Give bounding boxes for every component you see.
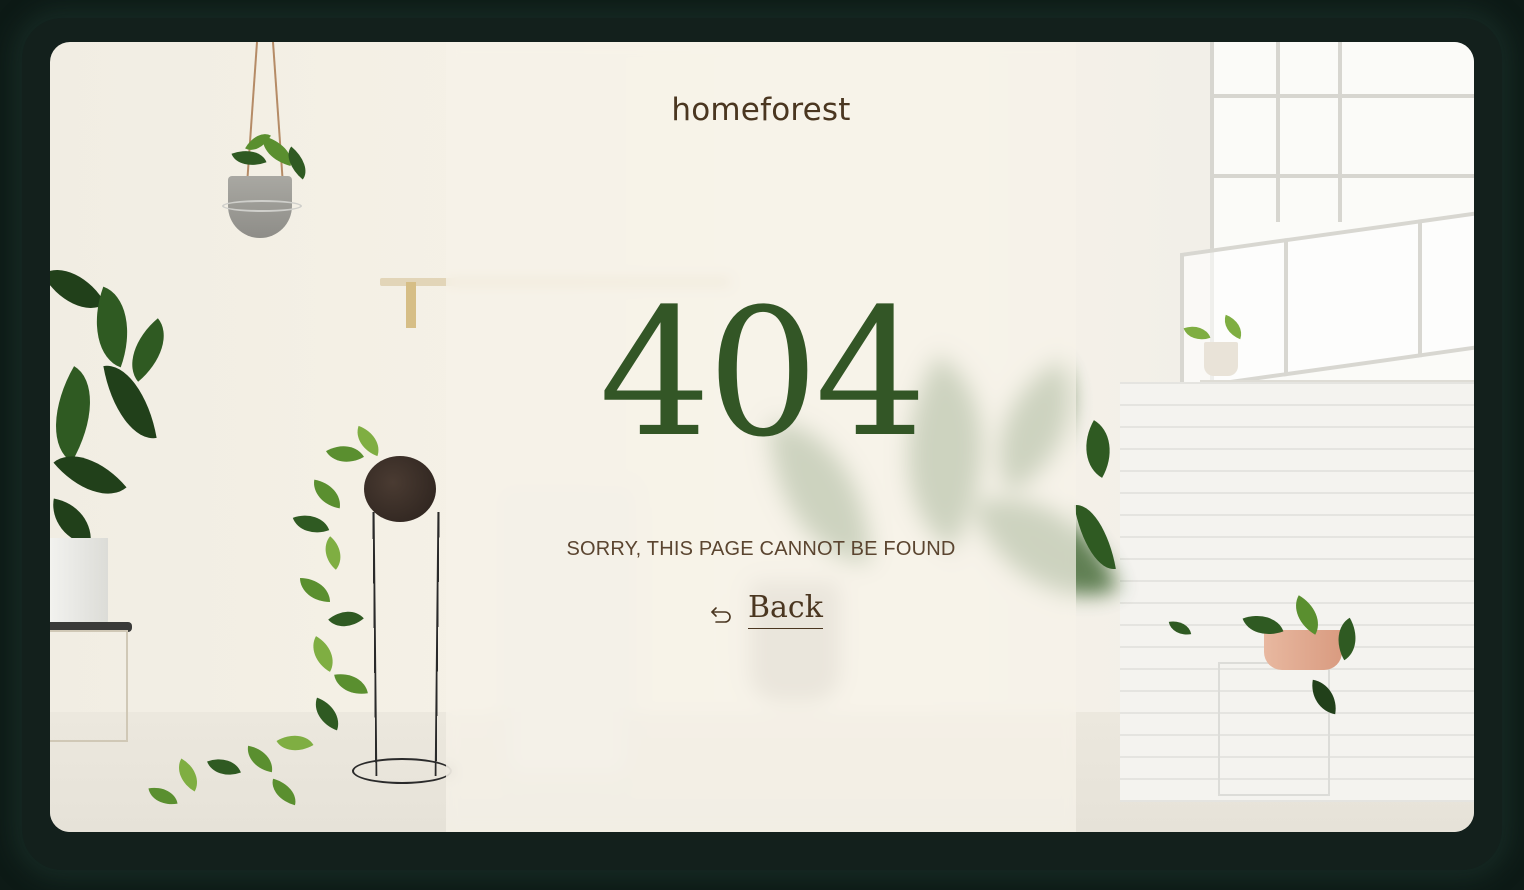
error-message: SORRY, THIS PAGE CANNOT BE FOUND	[566, 538, 956, 560]
tall-plant-stand	[372, 511, 440, 776]
windowsill-pot	[1204, 342, 1238, 376]
brand-logo[interactable]: homeforest	[446, 92, 1076, 128]
hanging-pot-ring	[222, 200, 302, 212]
left-planter	[50, 538, 108, 630]
back-label[interactable]: Back	[748, 590, 823, 629]
undo-arrow-icon	[711, 606, 731, 623]
tall-stand-base	[352, 758, 452, 784]
left-stand	[50, 630, 128, 742]
back-link[interactable]: Back	[708, 590, 823, 629]
shelf-bracket	[406, 282, 416, 328]
error-code: 404	[599, 271, 927, 476]
right-terracotta-pot	[1264, 630, 1342, 670]
